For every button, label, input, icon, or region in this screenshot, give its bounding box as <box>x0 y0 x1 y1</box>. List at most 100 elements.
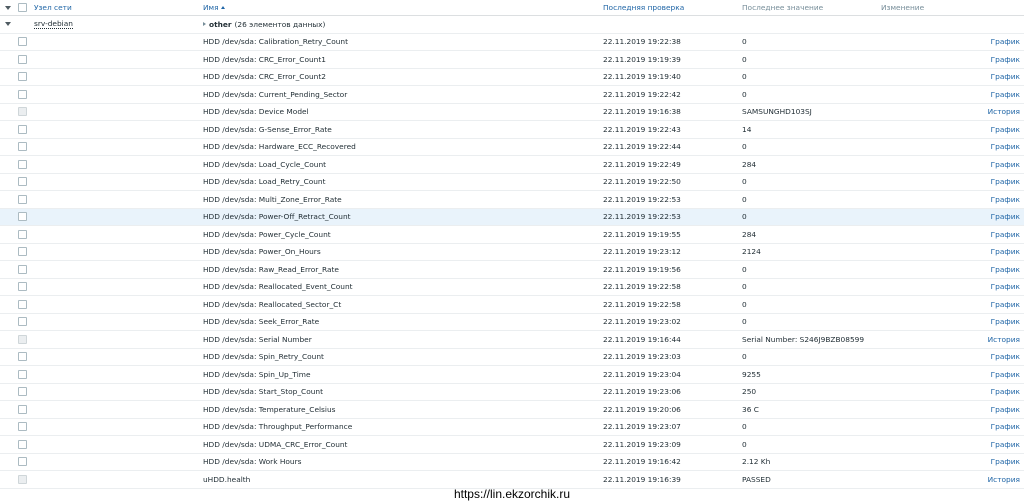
item-checkbox[interactable] <box>18 139 30 156</box>
item-checkbox[interactable] <box>18 419 30 436</box>
item-checkbox[interactable] <box>18 69 30 86</box>
item-action-link[interactable]: График <box>991 279 1020 296</box>
table-row: uHDD.health 22.11.2019 19:16:39 PASSED Исто… <box>0 471 1024 489</box>
item-action-link[interactable]: График <box>991 349 1020 366</box>
item-checkbox[interactable] <box>18 314 30 331</box>
item-action-link-text[interactable]: История <box>988 475 1020 484</box>
item-action-link-text[interactable]: График <box>991 282 1020 291</box>
item-last-value-text: 0 <box>742 142 747 152</box>
item-action-link[interactable]: График <box>991 69 1020 86</box>
item-action-link[interactable]: График <box>991 34 1020 51</box>
item-action-link[interactable]: График <box>991 86 1020 103</box>
item-last-check-text: 22.11.2019 19:22:58 <box>603 282 681 292</box>
item-checkbox[interactable] <box>18 296 30 313</box>
item-action-link[interactable]: График <box>991 296 1020 313</box>
item-action-link-text[interactable]: График <box>991 55 1020 64</box>
host-collapse-toggle[interactable] <box>4 16 12 33</box>
item-name: HDD /dev/sda: CRC_Error_Count2 <box>203 69 326 86</box>
item-action-link-text[interactable]: График <box>991 440 1020 449</box>
item-checkbox[interactable] <box>18 226 30 243</box>
item-action-link[interactable]: График <box>991 419 1020 436</box>
item-action-link[interactable]: История <box>988 331 1020 348</box>
item-action-link[interactable]: График <box>991 314 1020 331</box>
item-action-link[interactable]: График <box>991 454 1020 471</box>
item-action-link-text[interactable]: График <box>991 405 1020 414</box>
item-action-link[interactable]: График <box>991 209 1020 226</box>
item-action-link[interactable]: График <box>991 436 1020 453</box>
item-action-link[interactable]: График <box>991 121 1020 138</box>
item-action-link-text[interactable]: График <box>991 300 1020 309</box>
item-action-link-text[interactable]: График <box>991 457 1020 466</box>
host-name[interactable]: srv-debian <box>34 16 73 33</box>
item-checkbox[interactable] <box>18 209 30 226</box>
item-checkbox[interactable] <box>18 51 30 68</box>
item-action-link[interactable]: График <box>991 156 1020 173</box>
item-action-link[interactable]: График <box>991 51 1020 68</box>
item-action-link[interactable]: История <box>988 471 1020 488</box>
item-action-link-text[interactable]: График <box>991 212 1020 221</box>
item-last-value-text: 0 <box>742 212 747 222</box>
column-header-last-check[interactable]: Последняя проверка <box>603 0 684 15</box>
item-checkbox[interactable] <box>18 279 30 296</box>
item-action-link-text[interactable]: График <box>991 230 1020 239</box>
item-action-link-text[interactable]: График <box>991 422 1020 431</box>
item-last-check: 22.11.2019 19:16:42 <box>603 454 681 471</box>
item-last-check: 22.11.2019 19:16:39 <box>603 471 681 488</box>
item-checkbox[interactable] <box>18 244 30 261</box>
item-action-link[interactable]: График <box>991 226 1020 243</box>
item-last-value-text: 9255 <box>742 369 761 379</box>
item-action-link[interactable]: График <box>991 191 1020 208</box>
select-all-checkbox[interactable] <box>18 0 30 15</box>
item-action-link-text[interactable]: График <box>991 265 1020 274</box>
item-action-link-text[interactable]: График <box>991 142 1020 151</box>
host-name-link[interactable]: srv-debian <box>34 19 73 30</box>
item-action-link[interactable]: График <box>991 366 1020 383</box>
item-action-link-text[interactable]: График <box>991 247 1020 256</box>
item-name-text: HDD /dev/sda: UDMA_CRC_Error_Count <box>203 439 348 449</box>
item-name: HDD /dev/sda: Start_Stop_Count <box>203 384 323 401</box>
item-checkbox[interactable] <box>18 191 30 208</box>
item-action-link[interactable]: История <box>988 104 1020 121</box>
item-checkbox[interactable] <box>18 349 30 366</box>
item-checkbox[interactable] <box>18 121 30 138</box>
collapse-all-toggle[interactable] <box>4 0 12 15</box>
item-checkbox[interactable] <box>18 86 30 103</box>
item-checkbox[interactable] <box>18 174 30 191</box>
item-action-link-text[interactable]: График <box>991 387 1020 396</box>
item-action-link-text[interactable]: График <box>991 352 1020 361</box>
item-action-link-text[interactable]: График <box>991 177 1020 186</box>
item-action-link[interactable]: График <box>991 139 1020 156</box>
item-action-link-text[interactable]: График <box>991 317 1020 326</box>
item-checkbox[interactable] <box>18 401 30 418</box>
item-checkbox[interactable] <box>18 454 30 471</box>
item-name-text: uHDD.health <box>203 474 251 484</box>
item-action-link-text[interactable]: График <box>991 125 1020 134</box>
item-checkbox[interactable] <box>18 366 30 383</box>
item-checkbox[interactable] <box>18 436 30 453</box>
item-checkbox[interactable] <box>18 261 30 278</box>
item-action-link-text[interactable]: График <box>991 72 1020 81</box>
item-checkbox[interactable] <box>18 156 30 173</box>
item-action-link[interactable]: График <box>991 244 1020 261</box>
item-action-link-text[interactable]: История <box>988 107 1020 116</box>
item-last-value: 0 <box>742 314 747 331</box>
item-action-link[interactable]: График <box>991 261 1020 278</box>
item-action-link-text[interactable]: История <box>988 335 1020 344</box>
column-header-name[interactable]: Имя <box>203 0 225 15</box>
item-action-link-text[interactable]: График <box>991 195 1020 204</box>
item-action-link-text[interactable]: График <box>991 37 1020 46</box>
item-action-link[interactable]: График <box>991 401 1020 418</box>
item-action-link-text[interactable]: График <box>991 160 1020 169</box>
item-last-value-text: 2124 <box>742 247 761 257</box>
item-action-link[interactable]: График <box>991 174 1020 191</box>
table-row: HDD /dev/sda: Throughput_Performance 22.1… <box>0 419 1024 436</box>
item-name-text: HDD /dev/sda: Device Model <box>203 107 309 117</box>
item-action-link-text[interactable]: График <box>991 90 1020 99</box>
application-group[interactable]: other (26 элементов данных) <box>203 16 325 33</box>
column-header-host[interactable]: Узел сети <box>34 0 72 15</box>
item-name-text: HDD /dev/sda: Reallocated_Sector_Ct <box>203 299 342 309</box>
item-action-link[interactable]: График <box>991 384 1020 401</box>
item-checkbox[interactable] <box>18 34 30 51</box>
item-action-link-text[interactable]: График <box>991 370 1020 379</box>
item-checkbox[interactable] <box>18 384 30 401</box>
